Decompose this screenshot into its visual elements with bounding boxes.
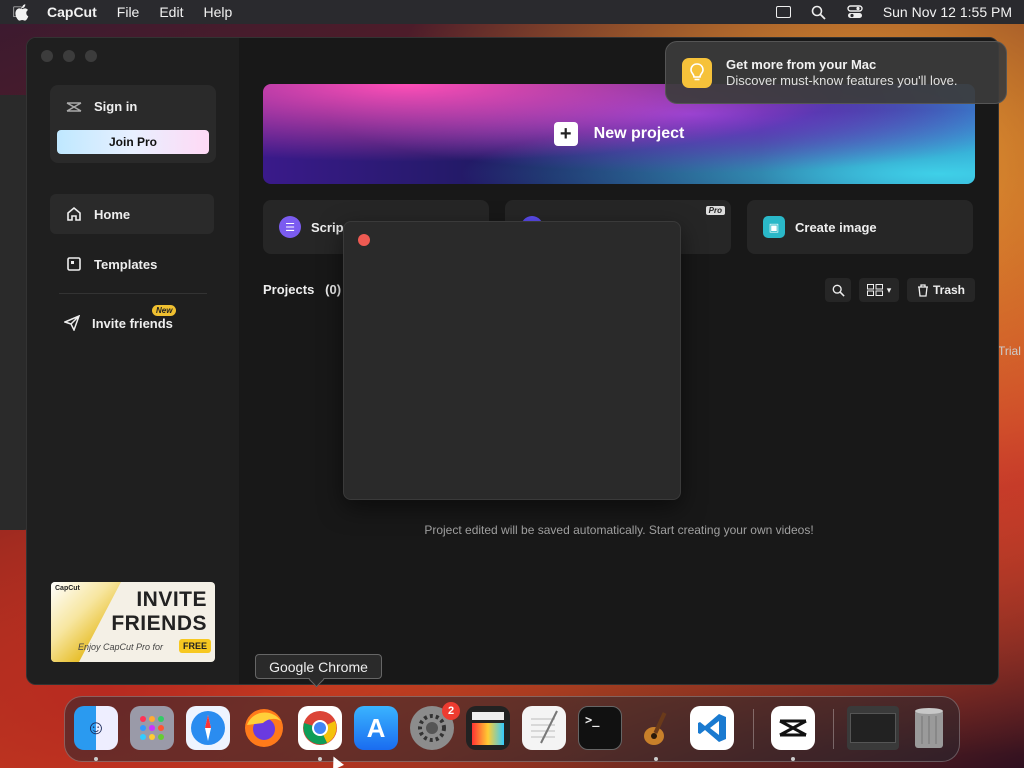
banner-brand: CapCut — [55, 585, 80, 592]
menu-file[interactable]: File — [117, 4, 140, 20]
new-badge: New — [152, 305, 177, 316]
banner-line-2: FRIENDS — [111, 612, 207, 635]
minimize-window-button[interactable] — [63, 50, 75, 62]
apple-logo-icon[interactable] — [14, 3, 29, 21]
final-cut-icon[interactable] — [466, 706, 510, 750]
menu-bar:  CapCut File Edit Help Sun Nov 12 1:55 … — [0, 0, 1024, 24]
app-name[interactable]: CapCut — [47, 4, 97, 20]
lightbulb-icon — [682, 57, 712, 88]
sidebar-item-label: Home — [94, 206, 131, 222]
image-icon: ▣ — [763, 216, 785, 238]
app-store-icon[interactable]: A — [354, 706, 398, 750]
notification-body: Discover must-know features you'll love. — [726, 73, 958, 88]
system-settings-icon[interactable]: 2 — [410, 702, 460, 750]
banner-subtext: Enjoy CapCut Pro for — [78, 642, 164, 652]
dock-tooltip: Google Chrome — [255, 654, 382, 679]
account-card: Sign in Join Pro — [50, 85, 216, 163]
sign-in-label: Sign in — [94, 99, 138, 114]
finder-running-dot — [94, 757, 98, 761]
trash-button[interactable]: Trash — [907, 278, 975, 302]
close-window-button[interactable] — [41, 50, 53, 62]
join-pro-button[interactable]: Join Pro — [57, 130, 209, 154]
capcut-icon[interactable] — [771, 706, 815, 750]
plus-icon: + — [553, 122, 578, 146]
control-center-icon[interactable] — [847, 5, 863, 19]
trash-icon[interactable] — [907, 706, 951, 750]
search-projects-button[interactable] — [825, 278, 851, 302]
sidebar-item-home[interactable]: Home — [50, 194, 214, 234]
projects-label: Projects — [263, 282, 315, 297]
chrome-icon[interactable] — [298, 706, 342, 750]
capcut-running-dot — [791, 757, 795, 761]
launchpad-icon[interactable] — [130, 706, 174, 750]
create-image-label: Create image — [795, 219, 877, 235]
trash-icon — [917, 283, 928, 297]
sidebar: Sign in Join Pro Home Templates Invite f… — [27, 38, 239, 684]
menu-edit[interactable]: Edit — [159, 4, 183, 20]
textedit-icon[interactable] — [522, 706, 566, 750]
projects-header: Projects (0) — [263, 282, 341, 297]
invite-friends-banner[interactable]: CapCut INVITE FRIENDS Enjoy CapCut Pro f… — [51, 582, 215, 662]
sign-in-button[interactable]: Sign in — [66, 99, 137, 114]
downloads-stack-icon[interactable] — [847, 706, 899, 750]
script-card-label: Scrip — [311, 219, 344, 235]
create-image-card[interactable]: ▣ Create image — [747, 200, 973, 254]
sidebar-item-templates[interactable]: Templates — [50, 244, 214, 284]
menu-clock[interactable]: Sun Nov 12 1:55 PM — [883, 4, 1012, 20]
home-icon — [67, 206, 81, 221]
banner-headline: INVITE FRIENDS — [111, 588, 207, 636]
window-controls — [41, 50, 97, 62]
chevron-down-icon: ▾ — [886, 284, 892, 295]
firefox-icon[interactable] — [242, 706, 286, 750]
banner-line-1: INVITE — [136, 588, 207, 611]
zoom-window-button[interactable] — [85, 50, 97, 62]
script-icon: ☰ — [279, 216, 301, 238]
dock-separator — [833, 709, 834, 749]
sidebar-item-label: Invite friends — [92, 315, 173, 331]
grid-view-icon — [866, 284, 883, 296]
notification-title: Get more from your Mac — [726, 57, 877, 72]
pro-badge: Pro — [705, 206, 725, 215]
templates-icon — [67, 257, 81, 271]
floating-window[interactable] — [343, 221, 681, 500]
search-icon — [832, 284, 845, 297]
spotlight-search-icon[interactable] — [811, 5, 827, 20]
background-trial-label: Trial — [998, 344, 1021, 358]
sidebar-item-invite-friends[interactable]: Invite friends — [50, 303, 214, 343]
dock: ☺ A 2 >_ — [64, 696, 960, 762]
sidebar-item-label: Templates — [94, 256, 158, 272]
sidebar-divider — [59, 293, 207, 294]
close-window-button[interactable] — [358, 234, 370, 246]
vscode-icon[interactable] — [690, 706, 734, 750]
capcut-logo-icon — [66, 101, 82, 112]
projects-count: (0) — [325, 282, 342, 297]
send-icon — [64, 315, 80, 331]
trash-label: Trash — [932, 283, 965, 297]
safari-icon[interactable] — [186, 706, 230, 750]
view-toggle-button[interactable]: ▾ — [859, 278, 899, 302]
new-project-label: New project — [593, 125, 685, 142]
dock-separator — [753, 709, 754, 749]
notification-banner[interactable]: Get more from your Mac Discover must-kno… — [665, 41, 1007, 104]
terminal-icon[interactable]: >_ — [578, 706, 622, 750]
menu-help[interactable]: Help — [203, 4, 232, 20]
garageband-running-dot — [654, 757, 658, 761]
empty-projects-text: Project edited will be saved automatical… — [424, 523, 814, 537]
chrome-running-dot — [318, 757, 322, 761]
finder-icon[interactable]: ☺ — [74, 706, 118, 750]
banner-free-tag: FREE — [178, 639, 211, 653]
screen-mirroring-icon[interactable] — [775, 6, 791, 18]
garageband-icon[interactable] — [634, 706, 678, 750]
notification-text: Get more from your Mac Discover must-kno… — [726, 57, 958, 88]
notification-badge: 2 — [442, 702, 460, 720]
